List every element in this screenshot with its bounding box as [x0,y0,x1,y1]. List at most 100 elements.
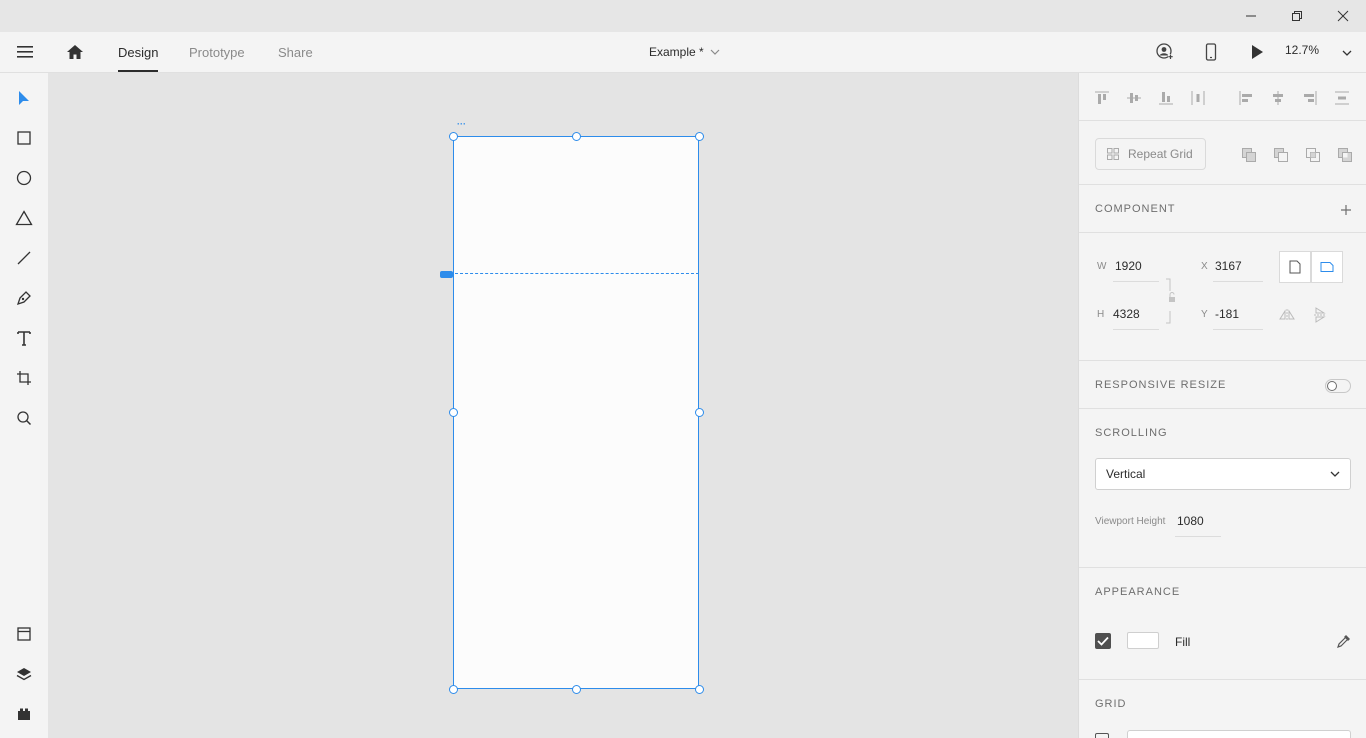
responsive-resize-heading: RESPONSIVE RESIZE [1095,379,1227,391]
resize-handle-top[interactable] [572,132,581,141]
zoom-dropdown[interactable] [1342,44,1352,62]
invite-user-button[interactable] [1154,41,1176,63]
align-left-icon [1239,91,1252,105]
tab-design[interactable]: Design [118,45,159,72]
scrolling-select[interactable]: Vertical [1095,458,1351,490]
x-field[interactable]: 3167 [1215,259,1242,273]
height-field-underline [1113,329,1159,330]
align-top-button[interactable] [1093,89,1111,107]
boolean-subtract-button[interactable] [1272,146,1290,164]
responsive-resize-toggle[interactable] [1325,379,1351,393]
line-tool[interactable] [12,246,36,270]
repeat-grid-label: Repeat Grid [1128,147,1193,161]
zoom-tool[interactable] [12,406,36,430]
rectangle-tool[interactable] [12,126,36,150]
resize-handle-bottom-right[interactable] [695,685,704,694]
document-title: Example * [649,45,704,59]
resize-handle-right[interactable] [695,408,704,417]
viewport-height-label: Viewport Height [1095,516,1166,527]
x-field-underline [1213,281,1263,282]
ellipse-tool[interactable] [12,166,36,190]
zoom-level[interactable]: 12.7% [1285,43,1319,57]
boolean-add-button[interactable] [1240,146,1258,164]
align-center-button[interactable] [1269,89,1287,107]
width-field[interactable]: 1920 [1115,259,1142,273]
chevron-down-icon [710,49,720,55]
distribute-horizontal-button[interactable] [1189,89,1207,107]
layers-panel-button[interactable] [12,662,36,686]
app-header: Design Prototype Share Example * 12.7% [0,32,1366,73]
home-button[interactable] [64,41,86,63]
align-bottom-button[interactable] [1157,89,1175,107]
design-canvas[interactable]: ··· [48,73,1078,738]
portrait-orientation-button[interactable] [1279,251,1311,283]
add-component-button[interactable] [1337,201,1355,219]
pen-tool[interactable] [12,286,36,310]
align-middle-button[interactable] [1125,89,1143,107]
polygon-tool[interactable] [12,206,36,230]
boolean-add-icon [1242,148,1256,162]
artboard[interactable] [453,136,699,689]
boolean-exclude-button[interactable] [1336,146,1354,164]
plugin-icon [18,708,30,720]
resize-handle-top-left[interactable] [449,132,458,141]
grid-checkbox[interactable] [1095,733,1109,738]
property-inspector: Repeat Grid COMPONENT W 1920 X 3167 H 43… [1078,73,1366,738]
document-title-menu[interactable]: Example * [649,45,720,59]
eyedropper-button[interactable] [1335,632,1353,650]
lock-aspect-button[interactable] [1164,277,1180,325]
text-tool[interactable] [12,326,36,350]
artboard-tool[interactable] [12,366,36,390]
viewport-height-field[interactable]: 1080 [1177,514,1204,528]
menu-button[interactable] [14,42,36,62]
landscape-orientation-button[interactable] [1311,251,1343,283]
appearance-section [1079,568,1366,680]
lock-aspect-icon [1166,278,1175,324]
align-left-button[interactable] [1237,89,1255,107]
restore-button[interactable] [1274,0,1320,32]
repeat-grid-icon [1107,148,1119,160]
close-window-button[interactable] [1320,0,1366,32]
play-icon [1252,45,1263,59]
align-section [1079,73,1366,121]
repeat-grid-button[interactable]: Repeat Grid [1095,138,1206,170]
resize-handle-bottom[interactable] [572,685,581,694]
scrolling-select-value: Vertical [1106,467,1146,481]
flip-horizontal-button[interactable] [1278,306,1296,324]
fill-checkbox[interactable] [1095,633,1111,649]
assets-icon [17,627,31,641]
flip-vertical-icon [1314,307,1326,323]
eyedropper-icon [1337,635,1350,648]
preview-play-button[interactable] [1246,41,1268,63]
assets-panel-button[interactable] [12,622,36,646]
mobile-device-icon [1205,43,1217,61]
flip-horizontal-icon [1279,309,1295,321]
portrait-page-icon [1289,260,1301,274]
boolean-intersect-button[interactable] [1304,146,1322,164]
select-tool[interactable] [12,86,36,110]
home-icon [67,45,83,59]
device-preview-button[interactable] [1200,41,1222,63]
minimize-button[interactable] [1228,0,1274,32]
align-right-button[interactable] [1301,89,1319,107]
height-label: H [1097,309,1105,320]
flip-vertical-button[interactable] [1311,306,1329,324]
resize-handle-top-right[interactable] [695,132,704,141]
resize-handle-bottom-left[interactable] [449,685,458,694]
text-icon [17,331,31,346]
fill-color-swatch[interactable] [1127,632,1159,649]
artboard-title-dots[interactable]: ··· [457,119,466,129]
magnifier-icon [17,411,32,426]
align-middle-icon [1127,93,1141,103]
distribute-vertical-button[interactable] [1333,89,1351,107]
ellipse-icon [16,170,32,186]
tab-prototype[interactable]: Prototype [189,45,245,60]
plugins-panel-button[interactable] [12,702,36,726]
height-field[interactable]: 4328 [1113,307,1140,321]
viewport-height-underline [1175,536,1221,537]
tab-share[interactable]: Share [278,45,313,60]
viewport-height-handle[interactable] [440,271,453,278]
grid-type-select[interactable] [1127,730,1351,738]
y-field[interactable]: -181 [1215,307,1239,321]
resize-handle-left[interactable] [449,408,458,417]
